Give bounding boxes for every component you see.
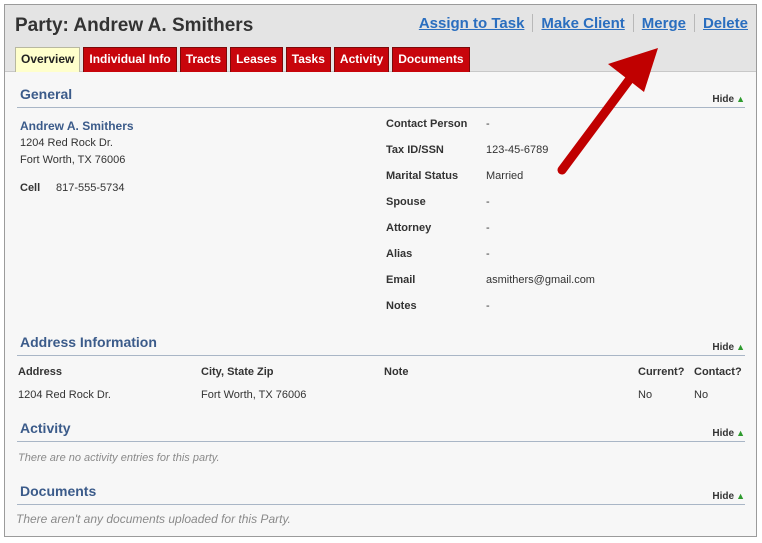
delete-link[interactable]: Delete — [703, 15, 748, 32]
documents-section-header: Documents Hide ▲ — [17, 483, 745, 505]
column-header-current: Current? — [638, 366, 685, 378]
column-header-note: Note — [384, 366, 409, 378]
address-section-header: Address Information Hide ▲ — [17, 334, 745, 356]
field-value: - — [486, 248, 490, 260]
field-label: Contact Person — [386, 118, 468, 130]
field-label: Tax ID/SSN — [386, 144, 444, 156]
cell-address: 1204 Red Rock Dr. — [18, 389, 111, 401]
party-name-link[interactable]: Andrew A. Smithers — [20, 119, 134, 133]
hide-label: Hide — [712, 491, 735, 502]
green-up-arrow-icon: ▲ — [736, 491, 745, 501]
documents-section-title: Documents — [20, 483, 97, 499]
field-value: - — [486, 222, 490, 234]
field-value: asmithers@gmail.com — [486, 274, 595, 286]
activity-hide-toggle[interactable]: Hide ▲ — [712, 428, 745, 439]
annotation-arrow-shaft — [557, 71, 637, 175]
field-label: Notes — [386, 300, 417, 312]
activity-empty-message: There are no activity entries for this p… — [18, 452, 220, 464]
tab-activity[interactable]: Activity — [333, 47, 390, 72]
field-value: - — [486, 196, 490, 208]
green-up-arrow-icon: ▲ — [736, 94, 745, 104]
field-value: - — [486, 118, 490, 130]
field-label: Alias — [386, 248, 413, 260]
field-label: Marital Status — [386, 170, 459, 182]
action-separator — [693, 14, 695, 32]
column-header-address: Address — [18, 366, 63, 378]
tab-tracts[interactable]: Tracts — [179, 47, 228, 72]
field-label: Spouse — [386, 196, 426, 208]
hide-label: Hide — [712, 342, 735, 353]
cell-contact: No — [694, 389, 709, 401]
action-separator — [532, 14, 534, 32]
cell-current: No — [638, 389, 653, 401]
tab-bar: Overview Individual Info Tracts Leases T… — [15, 47, 473, 72]
cell-label: Cell — [20, 182, 41, 194]
documents-empty-message: There aren't any documents uploaded for … — [16, 512, 291, 526]
tab-documents[interactable]: Documents — [392, 47, 470, 72]
documents-hide-toggle[interactable]: Hide ▲ — [712, 491, 745, 502]
merge-link[interactable]: Merge — [642, 15, 686, 32]
column-header-contact: Contact? — [694, 366, 742, 378]
cell-value: 817-555-5734 — [56, 182, 125, 194]
address-hide-toggle[interactable]: Hide ▲ — [712, 342, 745, 353]
tab-overview[interactable]: Overview — [15, 47, 81, 72]
hide-label: Hide — [712, 94, 735, 105]
header-actions: Assign to Task Make Client Merge Delete — [419, 14, 748, 32]
general-section-title: General — [20, 86, 73, 102]
general-hide-toggle[interactable]: Hide ▲ — [712, 94, 745, 105]
activity-section-header: Activity Hide ▲ — [17, 420, 745, 442]
field-value: - — [486, 300, 490, 312]
address-section-title: Address Information — [20, 334, 157, 350]
field-value: Married — [486, 170, 524, 182]
annotation-arrow-head — [608, 48, 658, 92]
page-title: Party: Andrew A. Smithers — [15, 15, 254, 36]
address-line2: Fort Worth, TX 76006 — [20, 154, 126, 166]
address-line1: 1204 Red Rock Dr. — [20, 137, 113, 149]
activity-section-title: Activity — [20, 420, 71, 436]
green-up-arrow-icon: ▲ — [736, 428, 745, 438]
tab-leases[interactable]: Leases — [230, 47, 283, 72]
tab-individual-info[interactable]: Individual Info — [83, 47, 177, 72]
field-label: Email — [386, 274, 416, 286]
green-up-arrow-icon: ▲ — [736, 342, 745, 352]
column-header-city-state-zip: City, State Zip — [201, 366, 274, 378]
hide-label: Hide — [712, 428, 735, 439]
make-client-link[interactable]: Make Client — [541, 15, 624, 32]
field-label: Attorney — [386, 222, 432, 234]
action-separator — [632, 14, 634, 32]
assign-to-task-link[interactable]: Assign to Task — [419, 15, 525, 32]
cell-city-state-zip: Fort Worth, TX 76006 — [201, 389, 307, 401]
tab-tasks[interactable]: Tasks — [285, 47, 331, 72]
annotation-arrow-icon — [557, 48, 658, 175]
